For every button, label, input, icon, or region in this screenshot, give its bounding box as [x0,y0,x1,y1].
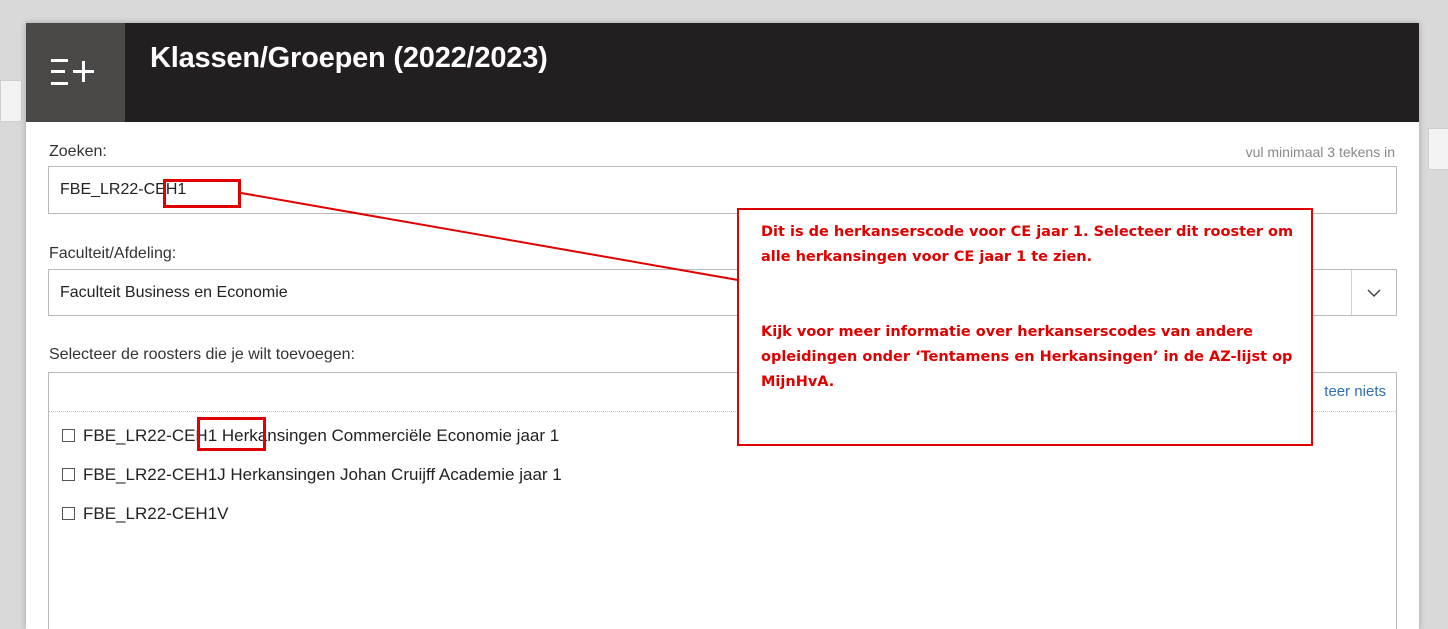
rooster-checkbox[interactable] [62,507,75,520]
rooster-item-label: FBE_LR22-CEH1J Herkansingen Johan Cruijf… [83,465,562,484]
rooster-item-label: FBE_LR22-CEH1V [83,504,229,523]
search-hint: vul minimaal 3 tekens in [1245,144,1395,160]
callout-paragraph-1: Dit is de herkanserscode voor CE jaar 1.… [761,224,1294,265]
search-label: Zoeken: [49,143,107,160]
roosters-label: Selecteer de roosters die je wilt toevoe… [49,346,355,363]
callout-paragraph-2: Kijk voor meer informatie over herkanser… [761,324,1293,390]
chevron-down-icon[interactable] [1351,270,1396,315]
rooster-item[interactable]: FBE_LR22-CEH1 Herkansingen Commerciële E… [62,426,559,448]
dialog-titlebar: Klassen/Groepen (2022/2023) [26,23,1419,122]
rooster-item[interactable]: FBE_LR22-CEH1J Herkansingen Johan Cruijf… [62,465,562,487]
search-input[interactable]: FBE_LR22-CEH1 [48,166,1397,214]
select-none-link[interactable]: teer niets [1324,383,1386,400]
search-input-value: FBE_LR22-CEH1 [60,181,187,198]
faculty-select-value: Faculteit Business en Economie [60,284,288,301]
rooster-checkbox[interactable] [62,429,75,442]
rooster-item-label: FBE_LR22-CEH1 Herkansingen Commerciële E… [83,426,560,445]
rooster-checkbox[interactable] [62,468,75,481]
background-panel-left [0,80,22,122]
dialog-title: Klassen/Groepen (2022/2023) [150,42,548,74]
rooster-item[interactable]: FBE_LR22-CEH1V [62,504,229,526]
background-panel-right [1428,128,1448,170]
list-add-icon[interactable] [26,23,125,122]
annotation-callout: Dit is de herkanserscode voor CE jaar 1.… [737,208,1313,446]
faculty-label: Faculteit/Afdeling: [49,245,177,262]
